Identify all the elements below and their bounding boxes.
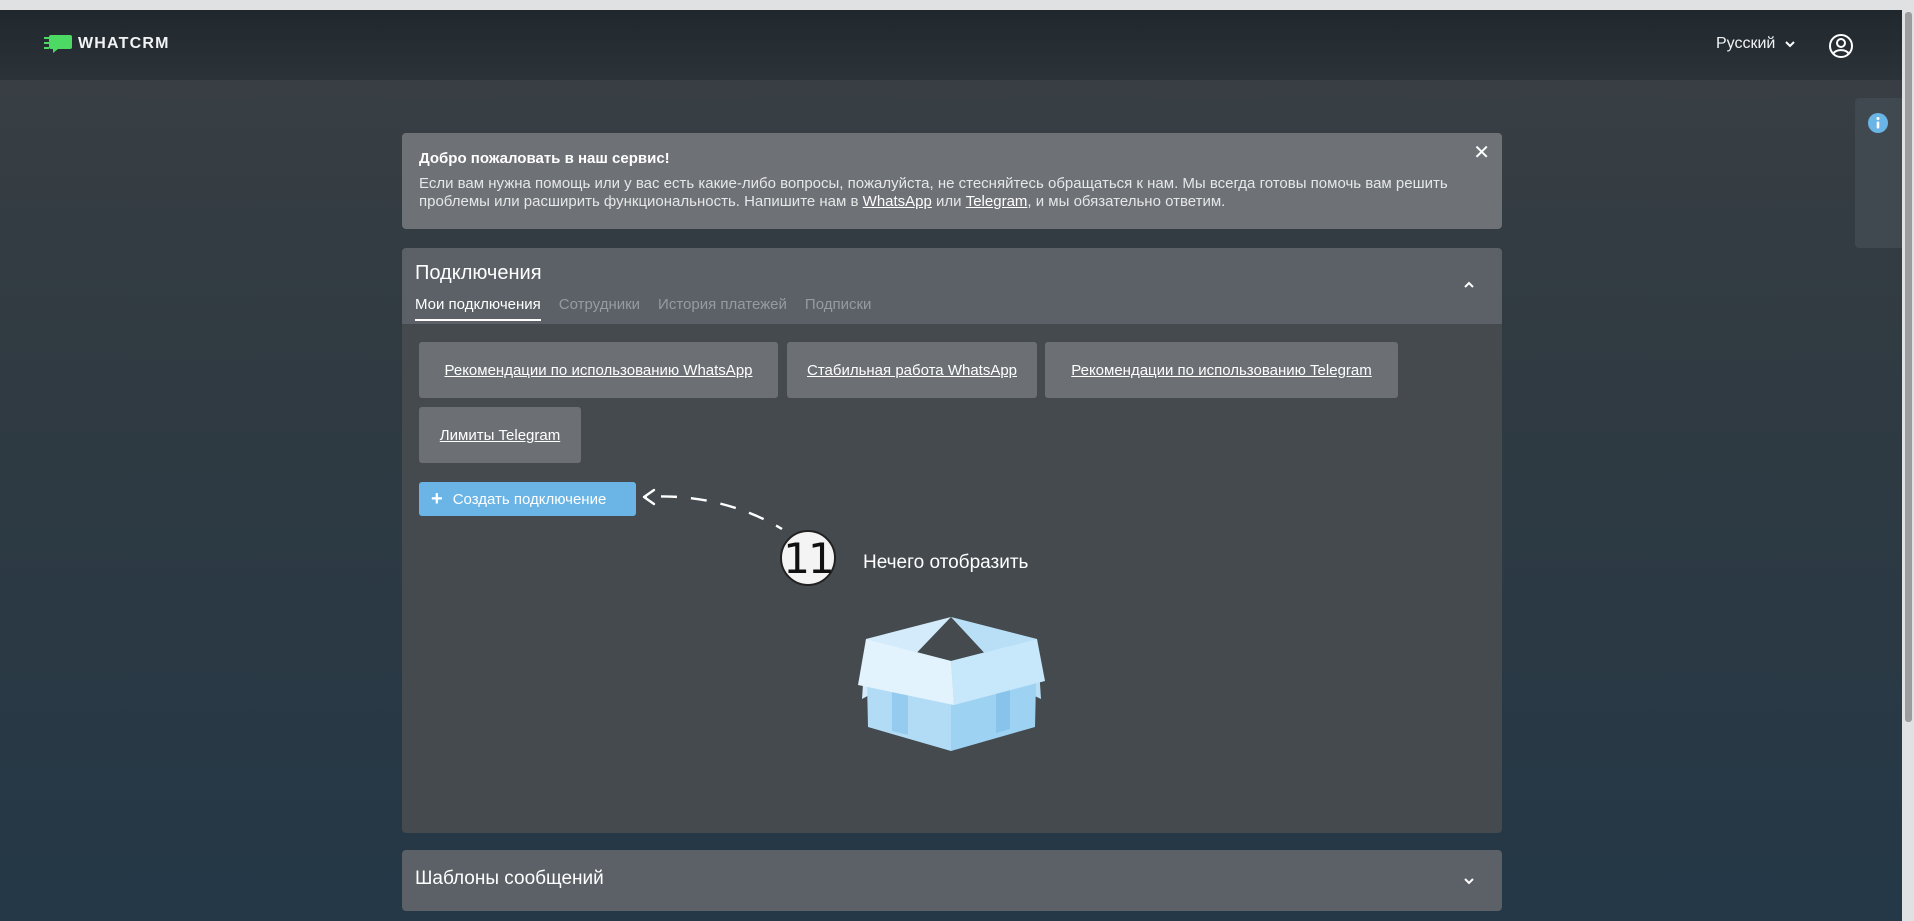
language-select[interactable]: Русский: [1716, 35, 1796, 53]
create-connection-label: Создать подключение: [452, 490, 607, 508]
guide-telegram-recommendations[interactable]: Рекомендации по использованию Telegram: [1045, 342, 1398, 398]
welcome-banner: Добро пожаловать в наш сервис! Если вам …: [402, 133, 1502, 229]
guide-whatsapp-recommendations[interactable]: Рекомендации по использованию WhatsApp: [419, 342, 778, 398]
step-number-badge: 11: [780, 530, 836, 586]
welcome-title: Добро пожаловать в наш сервис!: [419, 150, 670, 167]
logo[interactable]: WHATCRM: [44, 34, 170, 54]
tab-subscriptions[interactable]: Подписки: [805, 296, 872, 321]
tab-my-connections[interactable]: Мои подключения: [415, 296, 541, 321]
connections-title: Подключения: [415, 262, 542, 284]
empty-box-icon: [858, 617, 1045, 751]
browser-top-strip: [0, 0, 1914, 10]
connections-panel: Подключения Мои подключения Сотрудники И…: [402, 248, 1502, 833]
empty-state-text: Нечего отобразить: [863, 552, 1029, 573]
telegram-link[interactable]: Telegram: [966, 193, 1028, 210]
top-bar: WHATCRM Русский: [0, 10, 1902, 80]
logo-text: WHATCRM: [78, 35, 170, 52]
dashed-arrow-icon: [642, 488, 783, 531]
tab-payment-history[interactable]: История платежей: [658, 296, 787, 321]
language-label: Русский: [1716, 35, 1776, 52]
connections-tabs: Мои подключения Сотрудники История плате…: [415, 296, 871, 321]
chevron-down-icon: [1785, 40, 1796, 47]
welcome-text-or: или: [931, 193, 966, 210]
chat-logo-icon: [44, 35, 72, 53]
user-account-icon[interactable]: [1828, 33, 1854, 59]
connections-header[interactable]: Подключения Мои подключения Сотрудники И…: [402, 248, 1502, 324]
chevron-up-icon[interactable]: [1462, 280, 1476, 290]
tab-employees[interactable]: Сотрудники: [559, 296, 640, 321]
info-icon[interactable]: [1868, 113, 1888, 133]
close-icon[interactable]: ✕: [1473, 143, 1490, 163]
create-connection-button[interactable]: + Создать подключение: [419, 482, 636, 516]
welcome-text: Если вам нужна помощь или у вас есть как…: [419, 175, 1449, 211]
guide-telegram-limits[interactable]: Лимиты Telegram: [419, 407, 581, 463]
chevron-down-icon[interactable]: [1462, 876, 1476, 886]
templates-title: Шаблоны сообщений: [415, 868, 604, 889]
welcome-text-end: , и мы обязательно ответим.: [1027, 193, 1226, 210]
whatsapp-link[interactable]: WhatsApp: [863, 193, 932, 210]
scrollbar-thumb[interactable]: [1905, 12, 1912, 722]
plus-icon: +: [431, 488, 443, 510]
guide-whatsapp-stable[interactable]: Стабильная работа WhatsApp: [787, 342, 1037, 398]
templates-panel[interactable]: Шаблоны сообщений: [402, 850, 1502, 911]
